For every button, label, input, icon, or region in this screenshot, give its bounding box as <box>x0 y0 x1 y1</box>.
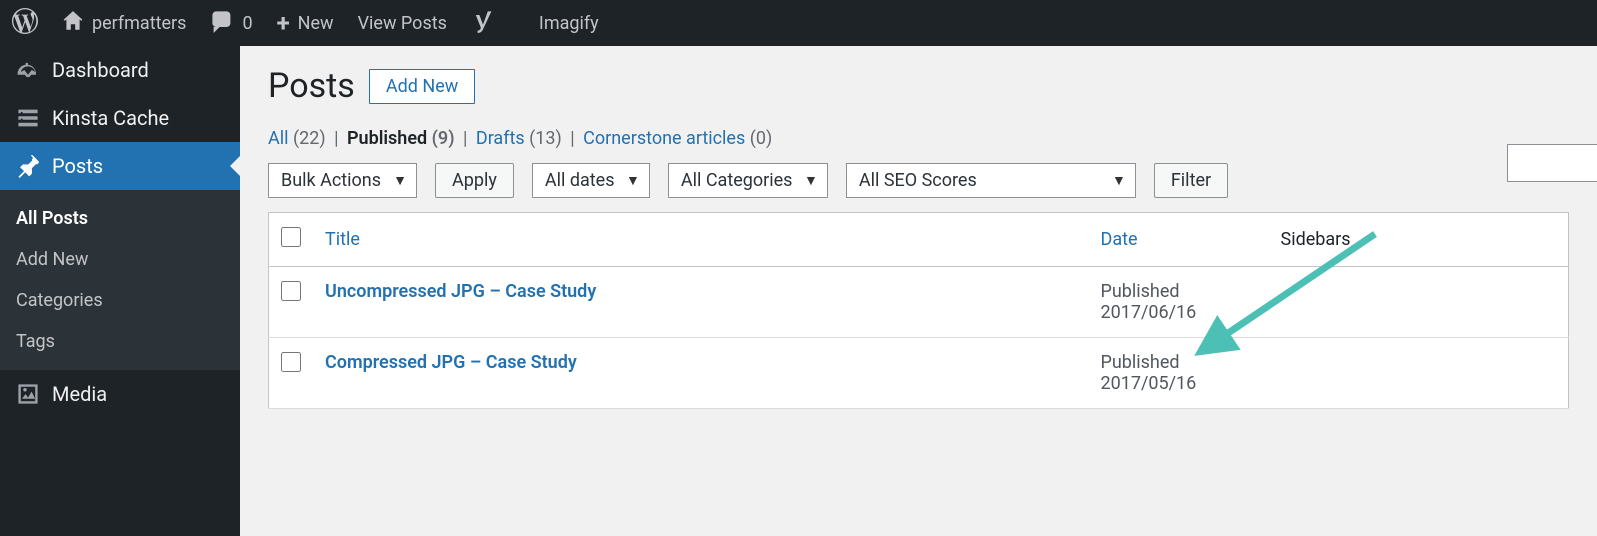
yoast-link[interactable] <box>459 0 507 46</box>
pin-icon <box>16 154 40 178</box>
select-all-checkbox[interactable] <box>281 227 301 247</box>
admin-sidebar: Dashboard Kinsta Cache Posts All Posts A… <box>0 46 240 536</box>
post-date: 2017/06/16 <box>1101 302 1197 323</box>
home-icon <box>62 10 84 37</box>
table-row: Compressed JPG – Case Study Published 20… <box>269 338 1569 409</box>
view-posts-link[interactable]: View Posts <box>346 0 459 46</box>
wp-logo[interactable] <box>0 0 50 46</box>
table-nav: Bulk Actions ▼ Apply All dates ▼ All Cat… <box>268 163 1569 198</box>
filter-all[interactable]: All (22) <box>268 128 326 149</box>
filter-drafts[interactable]: Drafts (13) <box>476 128 562 149</box>
main-content: Posts Add New All (22) | Published (9) |… <box>240 46 1597 536</box>
status-filter-links: All (22) | Published (9) | Drafts (13) |… <box>268 128 1569 149</box>
post-title-link[interactable]: Compressed JPG – Case Study <box>325 352 577 373</box>
new-content-link[interactable]: + New <box>265 0 346 46</box>
media-icon <box>16 382 40 406</box>
seo-scores-select[interactable]: All SEO Scores ▼ <box>846 163 1136 198</box>
sidebar-item-kinsta[interactable]: Kinsta Cache <box>0 94 240 142</box>
post-title-link[interactable]: Uncompressed JPG – Case Study <box>325 281 596 302</box>
post-status: Published <box>1101 281 1180 302</box>
wordpress-icon <box>12 8 38 39</box>
filter-cornerstone[interactable]: Cornerstone articles (0) <box>583 128 772 149</box>
dates-select[interactable]: All dates ▼ <box>532 163 650 198</box>
posts-table: Title Date Sidebars Uncompressed JPG – C… <box>268 212 1569 409</box>
table-row: Uncompressed JPG – Case Study Published … <box>269 267 1569 338</box>
page-title: Posts <box>268 66 355 106</box>
add-new-button[interactable]: Add New <box>369 69 475 104</box>
filter-button[interactable]: Filter <box>1154 163 1228 198</box>
dashboard-icon <box>16 58 40 82</box>
post-status: Published <box>1101 352 1180 373</box>
post-date: 2017/05/16 <box>1101 373 1197 394</box>
submenu-categories[interactable]: Categories <box>0 280 240 321</box>
column-date[interactable]: Date <box>1089 213 1269 267</box>
imagify-link[interactable]: Imagify <box>527 0 611 46</box>
apply-button[interactable]: Apply <box>435 163 514 198</box>
submenu-all-posts[interactable]: All Posts <box>0 198 240 239</box>
site-name: perfmatters <box>92 13 186 34</box>
posts-submenu: All Posts Add New Categories Tags <box>0 190 240 370</box>
comment-count: 0 <box>242 13 252 34</box>
categories-select[interactable]: All Categories ▼ <box>668 163 828 198</box>
submenu-add-new[interactable]: Add New <box>0 239 240 280</box>
plus-icon: + <box>277 9 290 37</box>
bulk-actions-select[interactable]: Bulk Actions ▼ <box>268 163 417 198</box>
comments-link[interactable]: 0 <box>198 0 264 46</box>
admin-toolbar: perfmatters 0 + New View Posts Imagify <box>0 0 1597 46</box>
filter-published[interactable]: Published (9) <box>347 128 455 149</box>
sidebar-item-dashboard[interactable]: Dashboard <box>0 46 240 94</box>
row-checkbox[interactable] <box>281 352 301 372</box>
column-sidebars: Sidebars <box>1269 213 1569 267</box>
page-heading: Posts Add New <box>268 66 1569 106</box>
column-title[interactable]: Title <box>313 213 1089 267</box>
search-input[interactable] <box>1507 144 1597 182</box>
sidebar-item-media[interactable]: Media <box>0 370 240 418</box>
comment-icon <box>210 9 234 38</box>
database-icon <box>16 106 40 130</box>
submenu-tags[interactable]: Tags <box>0 321 240 362</box>
row-checkbox[interactable] <box>281 281 301 301</box>
new-label: New <box>298 13 334 34</box>
sidebar-item-posts[interactable]: Posts <box>0 142 240 190</box>
yoast-icon <box>471 9 495 38</box>
site-home-link[interactable]: perfmatters <box>50 0 198 46</box>
